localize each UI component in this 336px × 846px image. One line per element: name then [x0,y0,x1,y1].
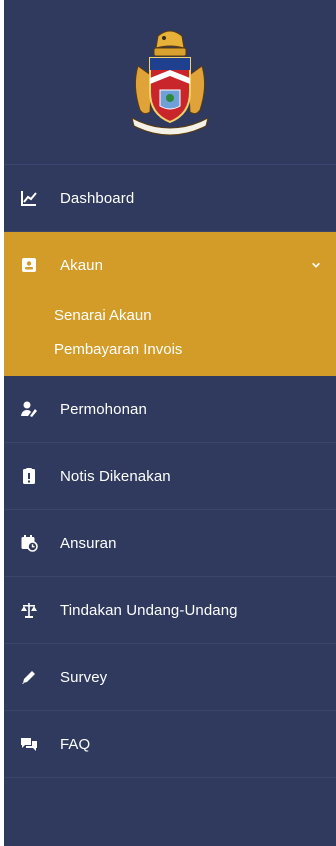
nav-item-permohonan[interactable]: Permohonan [4,376,336,443]
akaun-submenu: Senarai Akaun Pembayaran Invois [4,298,336,376]
nav-label-survey: Survey [60,668,108,686]
nav-group-akaun: Akaun Senarai Akaun Pembayaran Invois [4,232,336,376]
scale-icon [18,599,40,621]
nav-label-permohonan: Permohonan [60,400,147,418]
clipboard-alert-icon [18,465,40,487]
user-edit-icon [18,398,40,420]
nav-item-ansuran[interactable]: Ansuran [4,510,336,577]
nav-item-survey[interactable]: Survey [4,644,336,711]
nav-item-tindakan-undang-undang[interactable]: Tindakan Undang-Undang [4,577,336,644]
nav-label-notis-dikenakan: Notis Dikenakan [60,467,171,485]
nav-label-dashboard: Dashboard [60,189,135,207]
calendar-clock-icon [18,532,40,554]
chart-line-icon [18,187,40,209]
coat-of-arms-logo[interactable] [124,26,216,138]
main-nav: Dashboard Akaun Senarai Akaun Pembayaran… [4,165,336,778]
chevron-down-icon[interactable] [310,259,322,271]
nav-label-ansuran: Ansuran [60,534,117,552]
submenu-item-pembayaran-invois[interactable]: Pembayaran Invois [4,332,336,366]
nav-label-faq: FAQ [60,735,91,753]
nav-label-tindakan-undang-undang: Tindakan Undang-Undang [60,601,238,619]
nav-item-dashboard[interactable]: Dashboard [4,165,336,232]
nav-item-notis-dikenakan[interactable]: Notis Dikenakan [4,443,336,510]
nav-label-akaun: Akaun [60,256,104,274]
pencil-icon [18,666,40,688]
nav-item-faq[interactable]: FAQ [4,711,336,778]
sidebar: Dashboard Akaun Senarai Akaun Pembayaran… [4,0,336,846]
nav-item-akaun[interactable]: Akaun [4,232,336,298]
id-card-icon [18,254,40,276]
submenu-item-senarai-akaun[interactable]: Senarai Akaun [4,298,336,332]
chat-icon [18,733,40,755]
logo-area [4,0,336,165]
